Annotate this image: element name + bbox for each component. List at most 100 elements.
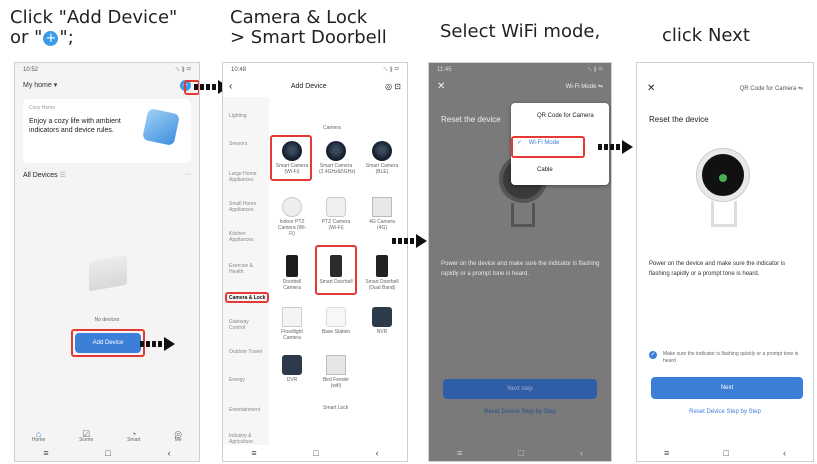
- highlight-add-device: [71, 329, 145, 357]
- bottom-tabbar: ⌂ Home ☑ Scene ◔ Smart ◎ Me: [15, 430, 199, 444]
- device-item[interactable]: Floodlight Camera: [275, 307, 309, 341]
- home-square-icon[interactable]: □: [313, 448, 318, 458]
- base-station-icon: [326, 307, 346, 327]
- device-item[interactable]: Indoor PTZ Camera (Wi-Fi): [275, 197, 309, 237]
- device-item[interactable]: NVR: [365, 307, 399, 335]
- section-label: Camera: [323, 125, 341, 131]
- category-item[interactable]: Small Home Appliances: [229, 201, 265, 213]
- menu-icon[interactable]: ≡: [251, 448, 256, 458]
- tab-home[interactable]: ⌂ Home: [32, 430, 45, 444]
- caption-step4: click Next: [662, 25, 750, 46]
- device-item[interactable]: Bird Feeder (wifi): [319, 355, 353, 389]
- device-item[interactable]: Doorbell Camera: [275, 255, 309, 291]
- caption-step2-line2: > Smart Doorbell: [230, 27, 387, 48]
- doorbell-icon: [286, 255, 298, 277]
- home-square-icon[interactable]: □: [105, 448, 110, 458]
- home-square-icon[interactable]: □: [723, 448, 728, 458]
- next-button[interactable]: Next: [651, 377, 803, 399]
- category-item[interactable]: Kitchen Appliances: [229, 231, 265, 243]
- system-nav-bar: ≡ □ ‹: [223, 445, 407, 461]
- screen-wifi-mode: 11:45 ␆ ⸩ ▭ ✕ Wi-Fi Mode ⇋ Reset the devi…: [428, 62, 612, 462]
- instructions-text: Power on the device and make sure the in…: [441, 261, 600, 277]
- system-nav-bar: ≡ □ ‹: [429, 445, 611, 461]
- status-icons: ␆ ⸩ ▭: [175, 67, 191, 73]
- empty-devices-illustration: [89, 254, 127, 292]
- back-icon[interactable]: ‹: [376, 448, 379, 458]
- category-sidebar: Lighting Sensors Large Home Appliances S…: [223, 97, 269, 445]
- checkbox-icon[interactable]: ✓: [649, 351, 657, 359]
- tab-me[interactable]: ◎ Me: [174, 430, 182, 444]
- back-icon[interactable]: ‹: [783, 448, 786, 458]
- home-selector[interactable]: My home ▾: [23, 81, 57, 89]
- system-nav-bar: ≡ □ ‹: [15, 445, 199, 461]
- caption-step2: Camera & Lock > Smart Doorbell: [230, 8, 387, 48]
- camera-stand: [711, 201, 737, 227]
- highlight-camera-lock: [225, 292, 269, 303]
- menu-item-cable[interactable]: Cable: [511, 157, 609, 184]
- category-item[interactable]: Lighting: [229, 113, 247, 119]
- mode-dropdown[interactable]: QR Code for Camera ⇋: [740, 85, 803, 92]
- 4g-camera-icon: [372, 197, 392, 217]
- device-item[interactable]: Base Station: [319, 307, 353, 335]
- device-item[interactable]: DVR: [275, 355, 309, 383]
- caption-step1: Click "Add Device" or " + ";: [10, 8, 177, 48]
- reset-guide-link[interactable]: Reset Device Step by Step: [637, 409, 813, 415]
- screen-add-device: 10:48 ␆ ⸩ ▭ ‹ Add Device ◎ ⊡ Lighting Sen…: [222, 62, 408, 462]
- category-item[interactable]: Exercise & Health: [229, 263, 265, 275]
- device-item[interactable]: Smart Camera (2.4GHz&5GHz): [319, 141, 355, 175]
- reset-guide-link[interactable]: Reset Device Step by Step: [429, 409, 611, 415]
- camera-stand: [511, 203, 535, 227]
- camera-illustration: [697, 149, 749, 201]
- menu-icon[interactable]: ≡: [43, 448, 48, 458]
- bird-feeder-icon: [326, 355, 346, 375]
- qr-icon[interactable]: ⊡: [394, 82, 401, 91]
- close-icon[interactable]: ✕: [647, 83, 655, 94]
- category-item[interactable]: Large Home Appliances: [229, 171, 265, 183]
- arrow-2: [392, 234, 427, 248]
- floodlight-icon: [282, 307, 302, 327]
- device-item[interactable]: 4G Camera (4G): [365, 197, 399, 231]
- back-icon[interactable]: ‹: [580, 448, 583, 458]
- menu-icon[interactable]: ≡: [457, 448, 462, 458]
- cozy-home-card[interactable]: Cozy Home Enjoy a cozy life with ambient…: [23, 99, 191, 163]
- status-icons: ␆ ⸩ ▭: [383, 67, 399, 73]
- highlight-smart-camera: [270, 135, 312, 181]
- back-arrow-icon[interactable]: ‹: [229, 81, 232, 92]
- next-step-button[interactable]: Next step: [443, 379, 597, 399]
- page-title: Reset the device: [441, 115, 501, 124]
- category-item[interactable]: Gateway Control: [229, 319, 265, 331]
- highlight-smart-doorbell: [315, 245, 357, 295]
- tab-smart[interactable]: ◔ Smart: [127, 430, 140, 444]
- category-item[interactable]: Sensors: [229, 141, 247, 147]
- category-item[interactable]: Outdoor Travel: [229, 349, 262, 355]
- cube-illustration: [142, 108, 180, 146]
- screen-reset-device: ✕ QR Code for Camera ⇋ Reset the device …: [636, 62, 814, 462]
- caption-step3: Select WiFi mode,: [440, 21, 601, 42]
- system-nav-bar: ≡ □ ‹: [637, 445, 813, 461]
- confirm-checkbox-row[interactable]: ✓ Make sure the indicator is flashing qu…: [649, 351, 807, 365]
- caption-step2-line1: Camera & Lock: [230, 7, 368, 28]
- doorbell-icon: [376, 255, 388, 277]
- scan-icon[interactable]: ◎: [385, 82, 392, 91]
- home-square-icon[interactable]: □: [518, 448, 523, 458]
- ptz-camera-icon: [326, 197, 346, 217]
- category-item[interactable]: Industry & Agriculture: [229, 433, 265, 445]
- category-item[interactable]: Energy: [229, 377, 245, 383]
- status-time: 11:45: [437, 67, 452, 73]
- instructions-text: Power on the device and make sure the in…: [649, 261, 786, 277]
- back-icon[interactable]: ‹: [168, 448, 171, 458]
- status-time: 10:52: [23, 67, 39, 73]
- device-item[interactable]: PTZ Camera (Wi-Fi): [319, 197, 353, 231]
- more-icon[interactable]: ···: [184, 171, 191, 179]
- device-item[interactable]: Smart Camera (BLE): [365, 141, 399, 175]
- menu-item-qr[interactable]: QR Code for Camera: [511, 103, 609, 130]
- dvr-icon: [282, 355, 302, 375]
- caption-step1-line2-post: ";: [59, 27, 74, 48]
- menu-icon[interactable]: ≡: [664, 448, 669, 458]
- mode-dropdown[interactable]: Wi-Fi Mode ⇋: [566, 83, 603, 90]
- device-item[interactable]: Smart Doorbell (Dual Band): [365, 255, 399, 291]
- close-icon[interactable]: ✕: [437, 81, 445, 92]
- category-item[interactable]: Entertainment: [229, 407, 260, 413]
- camera-icon: [326, 141, 346, 161]
- tab-scene[interactable]: ☑ Scene: [79, 430, 93, 444]
